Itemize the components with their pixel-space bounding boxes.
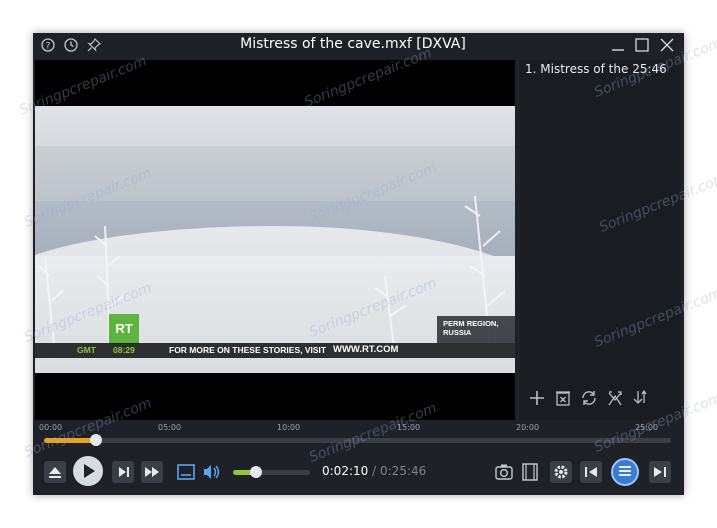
close-icon[interactable]	[660, 37, 678, 55]
seek-handle[interactable]	[90, 434, 103, 446]
previous-track-button[interactable]	[580, 461, 602, 483]
ticker-url: WWW.RT.COM	[333, 344, 399, 355]
time-separator: /	[372, 464, 377, 478]
playlist-toggle-button[interactable]	[611, 458, 639, 486]
video-frame: RT PERM REGION, RUSSIA GMT 08:29 FOR MOR…	[35, 106, 515, 373]
camera-icon[interactable]	[493, 461, 515, 483]
sort-icon[interactable]	[632, 389, 652, 409]
region-line-1: PERM REGION,	[443, 319, 499, 328]
tick-label: 10:00	[277, 423, 301, 432]
current-time: 0:02:10	[322, 464, 369, 478]
settings-gear-icon[interactable]	[550, 461, 572, 483]
title-bar: ? Mistress of the cave.mxf [DXVA]	[33, 33, 684, 59]
playlist-item-title: 1. Mistress of the	[525, 62, 629, 76]
seek-progress	[44, 438, 97, 443]
total-time: 0:25:46	[380, 464, 427, 478]
tick-label: 15:00	[397, 423, 421, 432]
help-icon[interactable]: ?	[41, 37, 59, 55]
location-caption: PERM REGION, RUSSIA	[437, 316, 515, 343]
fast-forward-button[interactable]	[141, 461, 163, 483]
maximize-icon[interactable]	[635, 37, 653, 55]
play-button[interactable]	[73, 456, 103, 486]
ticker-time: 08:29	[113, 345, 135, 355]
region-line-2: RUSSIA	[443, 328, 472, 337]
player-window: ? Mistress of the cave.mxf [DXVA] RT PER…	[33, 33, 684, 495]
film-icon[interactable]	[519, 461, 541, 483]
news-ticker: GMT 08:29 FOR MORE ON THESE STORIES, VIS…	[35, 343, 515, 358]
ticker-zone: GMT	[77, 345, 96, 355]
seek-bar-area: 00:00 05:00 10:00 15:00 20:00 25:00	[33, 423, 684, 447]
tick-label: 00:00	[39, 423, 63, 432]
window-title: Mistress of the cave.mxf [DXVA]	[240, 36, 466, 52]
volume-icon[interactable]	[201, 461, 223, 483]
svg-text:?: ?	[46, 42, 51, 52]
seek-bar[interactable]	[44, 434, 671, 446]
tick-label: 20:00	[516, 423, 540, 432]
pin-icon[interactable]	[87, 37, 105, 55]
playlist-panel: 1. Mistress of the 25:46	[520, 60, 681, 420]
clock-icon[interactable]	[64, 37, 82, 55]
repeat-icon[interactable]	[580, 389, 600, 409]
minimize-icon[interactable]	[611, 37, 629, 55]
delete-icon[interactable]	[554, 389, 574, 409]
add-icon[interactable]	[528, 389, 548, 409]
next-track-button[interactable]	[649, 461, 671, 483]
next-frame-button[interactable]	[112, 461, 134, 483]
volume-slider[interactable]	[233, 466, 310, 478]
playlist-item[interactable]: 1. Mistress of the 25:46	[525, 62, 667, 76]
tick-label: 25:00	[635, 423, 659, 432]
stop-button[interactable]	[44, 461, 66, 483]
shuffle-icon[interactable]	[606, 389, 626, 409]
ticker-text: FOR MORE ON THESE STORIES, VISIT	[169, 345, 327, 355]
playlist-item-duration: 25:46	[632, 62, 667, 76]
channel-logo: RT	[109, 314, 139, 344]
video-area[interactable]: RT PERM REGION, RUSSIA GMT 08:29 FOR MOR…	[35, 60, 515, 420]
tick-label: 05:00	[158, 423, 182, 432]
volume-handle[interactable]	[250, 466, 263, 478]
subtitles-icon[interactable]	[175, 461, 197, 483]
